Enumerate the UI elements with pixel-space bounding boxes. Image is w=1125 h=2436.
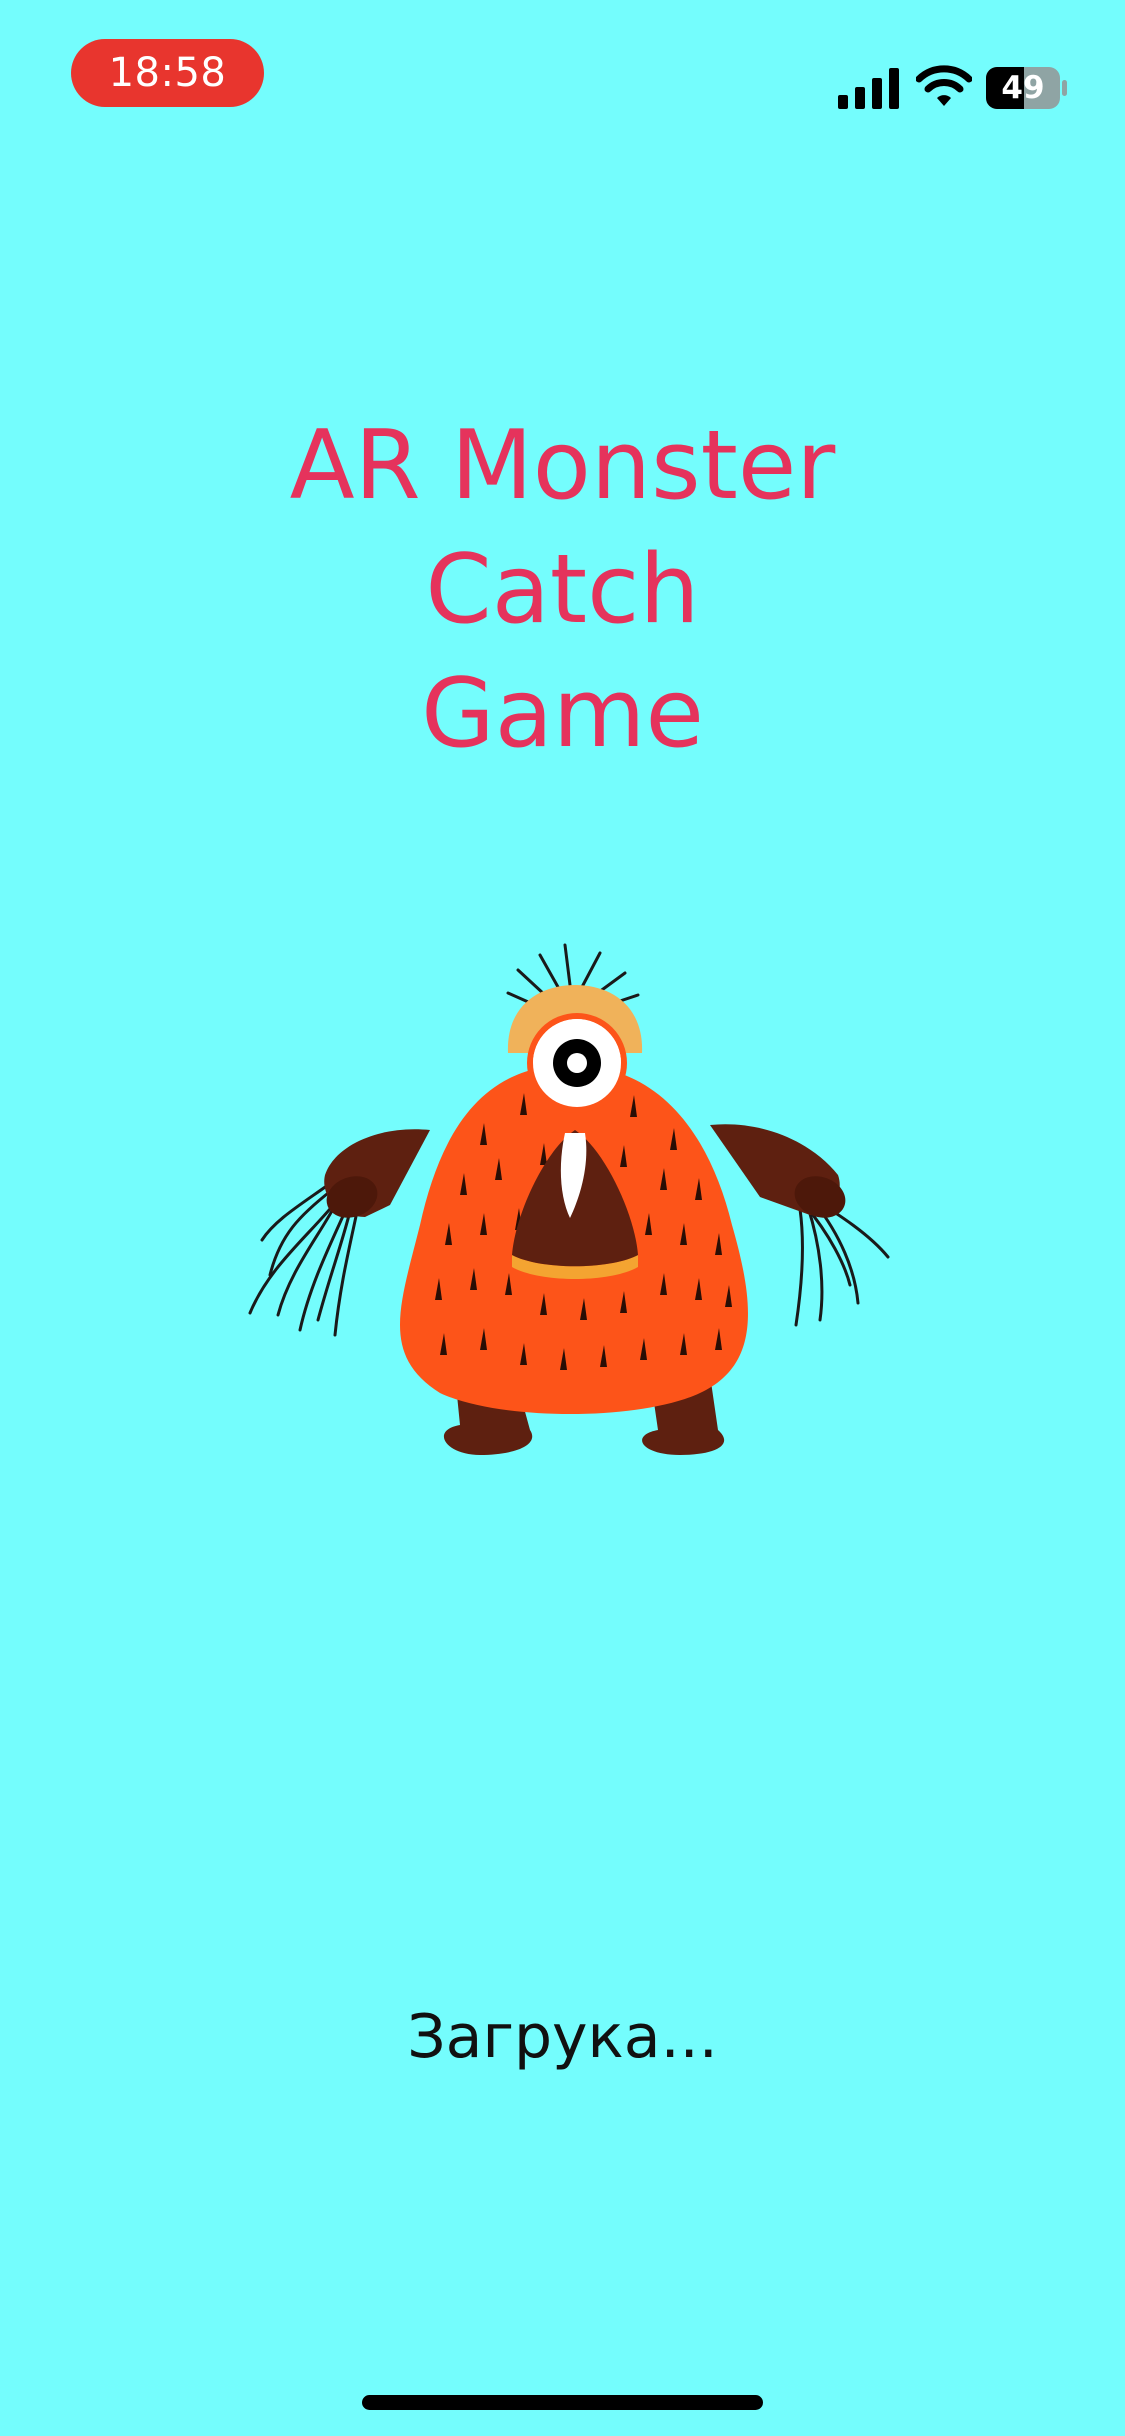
app-title-line-2: Catch — [425, 535, 700, 645]
status-time: 18:58 — [108, 50, 227, 96]
monster-eye — [527, 1013, 627, 1113]
app-title-line-1: AR Monster — [289, 411, 836, 521]
right-hand-hairs — [794, 1195, 890, 1327]
app-title: AR Monster Catch Game — [0, 404, 1125, 776]
app-title-line-3: Game — [421, 659, 704, 769]
splash-screen: 18:58 49 AR Monster Catch Game Загрука..… — [0, 0, 1125, 2436]
wifi-icon — [916, 65, 972, 106]
battery-level: 49 — [1001, 70, 1045, 106]
signal-icon — [838, 68, 899, 109]
loading-text: Загрука... — [407, 2002, 718, 2072]
home-indicator[interactable] — [362, 2395, 763, 2410]
monster-illustration — [248, 943, 890, 1455]
status-time-pill[interactable]: 18:58 — [71, 39, 264, 107]
